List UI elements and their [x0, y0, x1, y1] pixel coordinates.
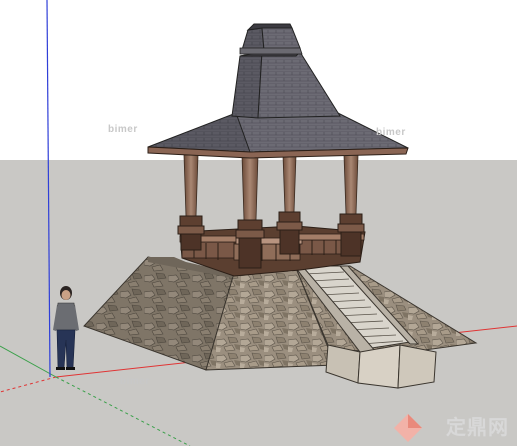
watermark-label-2: bimer [376, 127, 406, 138]
stair-cheek-right [357, 344, 401, 389]
3d-model-scene[interactable] [0, 0, 517, 446]
watermark-label-1: bimer [108, 124, 138, 135]
site-logo: 定鼎网 [446, 411, 509, 440]
stair-landing-block [397, 344, 437, 389]
watermark-label-3: bimer [120, 376, 150, 387]
sketchup-viewport[interactable]: bimer bimer bimer 定鼎网 [0, 0, 517, 446]
site-logo-text: 定鼎网 [446, 415, 509, 439]
